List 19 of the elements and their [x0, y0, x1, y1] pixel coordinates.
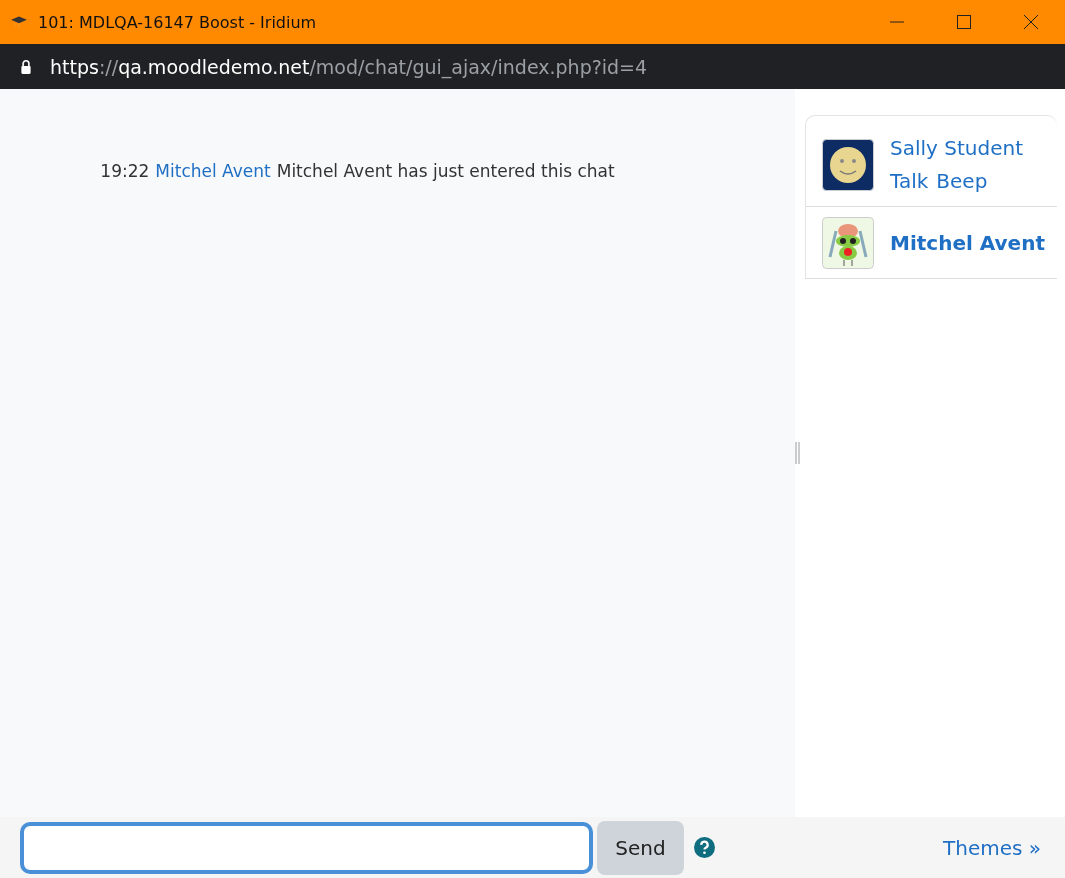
- maximize-icon[interactable]: [956, 14, 972, 30]
- close-icon[interactable]: [1023, 14, 1039, 30]
- message-input[interactable]: [20, 821, 593, 874]
- splitter-handle-icon[interactable]: [795, 442, 800, 464]
- help-icon[interactable]: [694, 837, 715, 858]
- themes-link[interactable]: Themes »: [943, 835, 1041, 860]
- smiley-avatar-icon: [822, 139, 874, 191]
- message-time: 19:22: [100, 161, 150, 181]
- send-button[interactable]: Send: [597, 820, 684, 875]
- user-action-link[interactable]: Beep: [936, 165, 988, 198]
- window-title: 101: MDLQA-16147 Boost - Iridium: [38, 12, 317, 32]
- user-name[interactable]: Mitchel Avent: [890, 226, 1045, 260]
- message-text: Mitchel Avent has just entered this chat: [276, 161, 615, 181]
- creature-avatar-icon: [822, 217, 874, 269]
- user-link[interactable]: Mitchel Avent: [155, 161, 271, 181]
- user-action-link[interactable]: Talk: [890, 165, 929, 198]
- lock-icon: [20, 59, 32, 74]
- user-name[interactable]: Sally Student: [890, 132, 1023, 165]
- cap-icon: [10, 15, 28, 29]
